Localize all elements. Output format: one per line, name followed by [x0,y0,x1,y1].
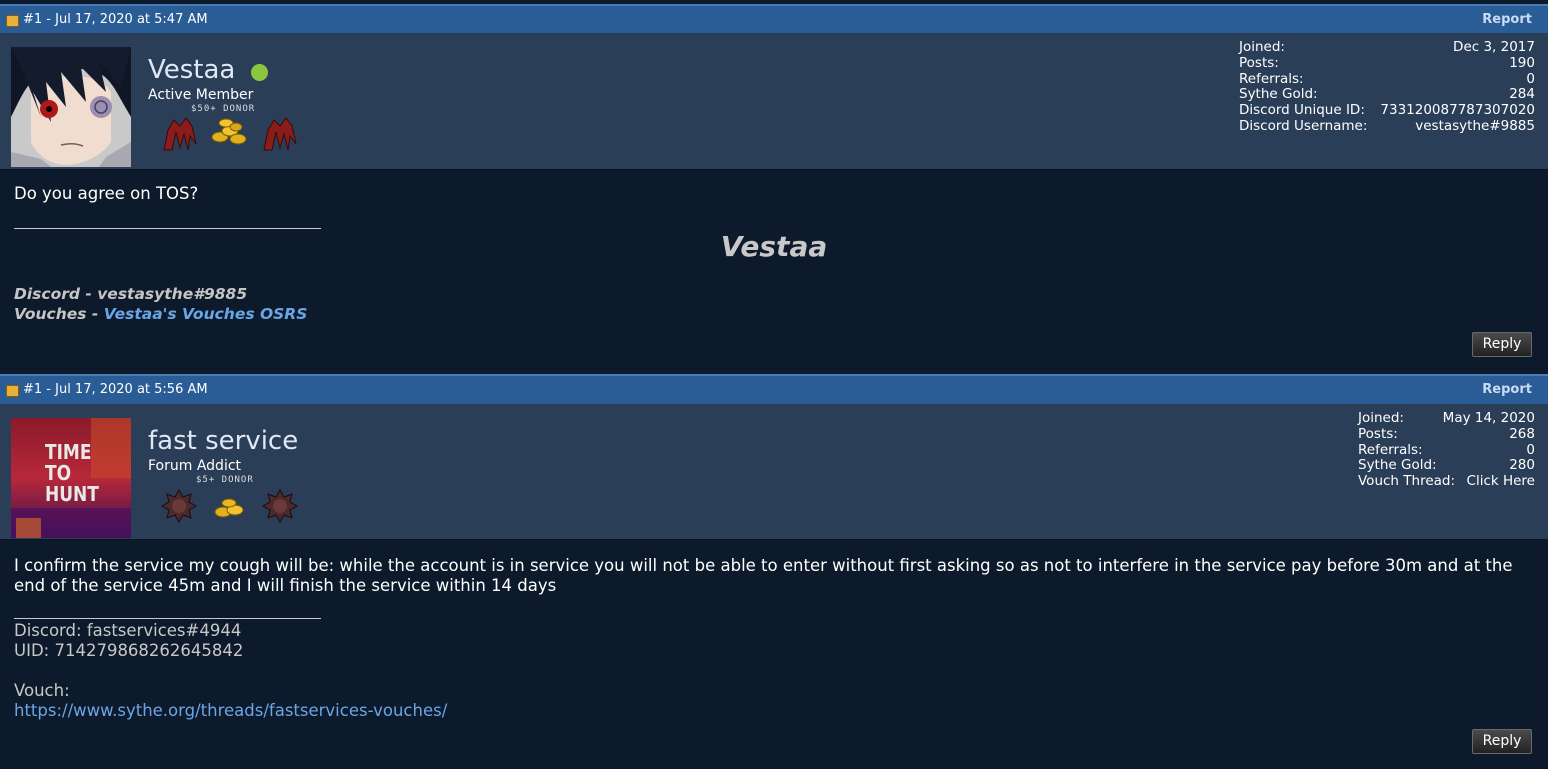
user-title: Forum Addict [148,458,242,474]
post-date: #1 - Jul 17, 2020 at 5:47 AM [23,12,208,27]
post-status-icon [6,385,19,397]
user-stats: Joined: May 14, 2020 Posts: 268 Referrals:… [1358,410,1535,490]
stat-row: Posts: 268 [1358,425,1535,442]
post-message: Do you agree on TOS? [14,184,199,203]
stat-row: Posts: 190 [1239,54,1535,71]
stat-row: Referrals: 0 [1358,441,1535,458]
post-2: #1 - Jul 17, 2020 at 5:56 AM Report TIME [0,371,1548,769]
donor-label: $5+ DONOR [196,475,254,485]
signature-name: Vestaa [720,230,828,263]
signature-discord: Discord: fastservices#4944 [14,621,242,640]
reply-button[interactable]: Reply [1472,729,1532,754]
post-message: I confirm the service my cough will be: … [14,556,1513,595]
post-date: #1 - Jul 17, 2020 at 5:56 AM [23,382,208,397]
signature-uid: UID: 714279868262645842 [14,641,244,660]
vouches-label: Vouches - [14,305,104,323]
user-stats: Joined: Dec 3, 2017 Posts: 190 Referrals: 0… [1239,39,1535,135]
stat-row: Sythe Gold: 284 [1239,86,1535,103]
report-link[interactable]: Report [1482,382,1532,397]
signature-vouch-link[interactable]: https://www.sythe.org/threads/fastservic… [14,701,447,721]
signature-divider [14,228,321,229]
stat-row: Vouch Thread: Click Here [1358,473,1535,490]
report-link[interactable]: Report [1482,12,1532,27]
stat-row: Joined: Dec 3, 2017 [1239,39,1535,55]
signature-vouch-label: Vouch: [14,681,70,700]
spiked-ore-badge-icon [160,488,198,524]
avatar-image-icon [11,47,131,167]
user-title: Active Member [148,87,254,103]
avatar[interactable] [11,47,131,167]
user-info-panel: Vestaa Active Member $50+ DONOR Joined: D… [0,33,1548,170]
post-status-icon [6,15,19,27]
post-header: #1 - Jul 17, 2020 at 5:56 AM Report [0,374,1548,405]
avatar-text: TIME TO HUNT [45,440,99,506]
gold-coins-icon [211,118,247,145]
claw-badge-icon [163,117,197,151]
username[interactable]: Vestaa [148,55,235,85]
signature-vouches: Vouches - Vestaa's Vouches OSRS [14,304,307,324]
user-info-panel: TIME TO HUNT fast service Forum Addict $… [0,404,1548,540]
stat-row: Sythe Gold: 280 [1358,457,1535,474]
donor-label: $50+ DONOR [191,104,256,114]
stat-row: Joined: May 14, 2020 [1358,410,1535,426]
post-header: #1 - Jul 17, 2020 at 5:47 AM Report [0,4,1548,35]
gold-coins-icon [214,498,244,518]
username[interactable]: fast service [148,426,298,456]
avatar[interactable]: TIME TO HUNT [11,418,131,538]
signature-divider [14,618,321,619]
stat-row: Discord Username: vestasythe#9885 [1239,117,1535,134]
online-status-icon [251,64,268,81]
claw-badge-icon [263,117,297,151]
signature-discord: Discord - vestasythe#9885 [14,285,248,303]
stat-row: Referrals: 0 [1239,70,1535,87]
vouch-thread-link[interactable]: Click Here [1467,473,1535,490]
spiked-ore-badge-icon [261,488,299,524]
vouches-link[interactable]: Vestaa's Vouches OSRS [104,305,308,323]
reply-button[interactable]: Reply [1472,332,1532,357]
post-1: #1 - Jul 17, 2020 at 5:47 AM Report Vest… [0,0,1548,371]
stat-row: Discord Unique ID: 733120087787307020 [1239,102,1535,119]
